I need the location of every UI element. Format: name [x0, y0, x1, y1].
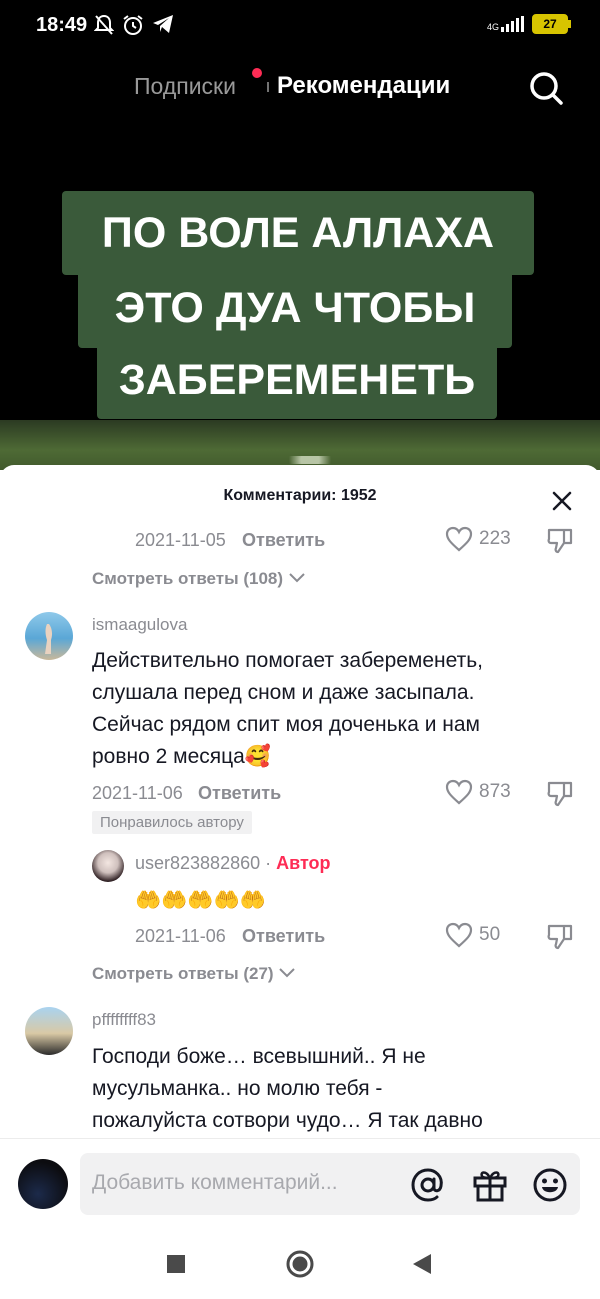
comment-line: Господи боже… всевышний.. Я не	[92, 1045, 426, 1068]
caption-line-1: ПО ВОЛЕ АЛЛАХА	[62, 191, 534, 275]
mention-icon[interactable]	[410, 1167, 446, 1203]
caption-line-3: ЗАБЕРЕМЕНЕТЬ	[97, 341, 497, 419]
alarm-icon	[122, 14, 144, 42]
comment-line: Сейчас рядом спит моя доченька и нам	[92, 713, 480, 736]
comment-date: 2021-11-06	[92, 783, 183, 803]
comment-line: Действительно помогает забеременеть,	[92, 649, 484, 672]
avatar	[18, 1159, 68, 1209]
search-icon[interactable]	[528, 70, 564, 106]
circle-icon[interactable]	[285, 1249, 315, 1284]
comment-input-placeholder: Добавить комментарий...	[92, 1171, 338, 1194]
comment-username[interactable]: ismaagulova	[92, 615, 187, 635]
comment-line: пожалуйста сотвори чудо… Я так давно	[92, 1109, 483, 1132]
telegram-icon	[152, 14, 174, 42]
like-button[interactable]: 223	[445, 526, 511, 552]
caption-line-2: ЭТО ДУА ЧТОБЫ	[78, 268, 512, 348]
reply-button[interactable]: Ответить	[242, 926, 325, 947]
status-bar: 18:49 4G 27	[0, 0, 600, 52]
tab-separator	[267, 82, 269, 92]
heart-icon	[445, 526, 473, 552]
like-button[interactable]: 873	[445, 779, 511, 805]
comment-date: 2021-11-06	[135, 926, 226, 946]
comment-text: Действительно помогает забеременеть, слу…	[92, 645, 562, 773]
avatar[interactable]	[92, 850, 124, 882]
mute-notifications-icon	[93, 14, 115, 42]
view-replies-button[interactable]: Смотреть ответы (108)	[92, 569, 306, 589]
status-time: 18:49	[36, 14, 88, 36]
status-icons	[93, 14, 174, 42]
comment-text: Господи боже… всевышний.. Я не мусульман…	[92, 1041, 562, 1137]
comment-line: ровно 2 месяца🥰	[92, 745, 271, 768]
heart-icon	[445, 779, 473, 805]
reply-username[interactable]: user823882860	[135, 853, 260, 873]
back-triangle-icon[interactable]	[412, 1253, 432, 1280]
reply-username-row: user823882860 · Автор	[135, 853, 331, 874]
avatar[interactable]	[25, 612, 73, 660]
comment-line: мусульманка.. но молю тебя -	[92, 1077, 383, 1100]
chevron-down-icon	[289, 573, 305, 583]
comment-date: 2021-11-05	[135, 530, 226, 550]
like-button[interactable]: 50	[445, 922, 500, 948]
notification-dot	[252, 68, 262, 78]
dislike-icon[interactable]	[546, 923, 574, 951]
system-nav-bar	[0, 1228, 600, 1299]
heart-icon	[445, 922, 473, 948]
comment-input-bar: Добавить комментарий...	[0, 1138, 600, 1229]
battery-icon: 27	[532, 14, 571, 34]
comment-line: слушала перед сном и даже засыпала.	[92, 681, 475, 704]
like-count: 873	[479, 781, 511, 802]
like-count: 223	[479, 528, 511, 549]
reply-text: 🤲🤲🤲🤲🤲	[135, 889, 266, 912]
chevron-down-icon	[279, 968, 296, 978]
network-label: 4G	[486, 22, 499, 32]
video-scenery	[0, 420, 600, 470]
tab-for-you[interactable]: Рекомендации	[277, 72, 450, 100]
comments-title: Комментарии: 1952	[223, 487, 377, 504]
tab-following[interactable]: Подписки	[134, 73, 236, 100]
emoji-icon[interactable]	[532, 1167, 568, 1203]
view-replies-button[interactable]: Смотреть ответы (27)	[92, 964, 296, 984]
comment-input[interactable]: Добавить комментарий...	[80, 1153, 580, 1215]
view-replies-label: Смотреть ответы (108)	[92, 569, 284, 588]
separator-dot: ·	[265, 853, 272, 873]
close-icon[interactable]	[548, 487, 576, 515]
square-icon[interactable]	[166, 1254, 186, 1279]
liked-by-author-badge: Понравилось автору	[92, 811, 252, 834]
author-tag: Автор	[276, 853, 331, 873]
signal-icon	[501, 16, 524, 32]
dislike-icon[interactable]	[546, 780, 574, 808]
comment-username[interactable]: pffffffff83	[92, 1010, 156, 1030]
view-replies-label: Смотреть ответы (27)	[92, 964, 274, 983]
video-player[interactable]: ПО ВОЛЕ АЛЛАХА ЭТО ДУА ЧТОБЫ ЗАБЕРЕМЕНЕТ…	[0, 0, 600, 470]
status-right: 4G 27	[486, 14, 571, 34]
reply-button[interactable]: Ответить	[198, 783, 281, 804]
gift-icon[interactable]	[472, 1167, 508, 1203]
top-nav: Подписки Рекомендации	[0, 68, 600, 106]
avatar[interactable]	[25, 1007, 73, 1055]
reply-button[interactable]: Ответить	[242, 530, 325, 551]
dislike-icon[interactable]	[546, 527, 574, 555]
like-count: 50	[479, 924, 501, 945]
